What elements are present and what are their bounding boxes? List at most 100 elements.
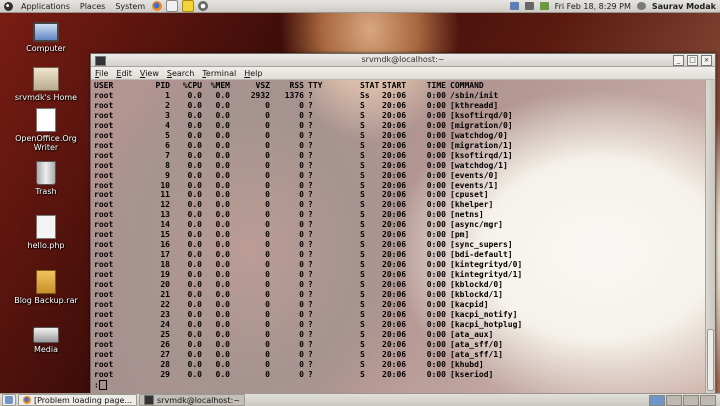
cell-command: [migration/0]: [450, 120, 513, 130]
archive-icon: [36, 270, 56, 294]
cell-pid: 18: [160, 260, 170, 270]
cell-mem: 0.0: [215, 250, 230, 260]
cell-stat: S: [360, 150, 365, 160]
desktop-icon-media[interactable]: Media: [6, 321, 86, 354]
cell-rss: 0: [299, 120, 304, 130]
cell-rss: 0: [299, 160, 304, 170]
help-launcher-icon[interactable]: [198, 1, 209, 11]
cell-cpu: 0.0: [187, 260, 202, 270]
firefox-launcher-icon[interactable]: [152, 1, 163, 11]
user-name[interactable]: Saurav Modak: [652, 2, 716, 11]
desktop-icon-writer[interactable]: OpenOffice.Org Writer: [6, 108, 86, 152]
cell-mem: 0.0: [215, 210, 230, 220]
desktop-icon-blog-backup[interactable]: Blog Backup.rar: [6, 270, 86, 305]
cell-time: 0:00: [426, 90, 446, 100]
workspace-4[interactable]: [700, 395, 716, 406]
cell-rss: 1376: [284, 90, 304, 100]
cell-start: 20:06: [382, 190, 407, 200]
cell-user: root: [94, 290, 114, 300]
cell-start: 20:06: [382, 309, 407, 319]
cell-mem: 0.0: [215, 359, 230, 369]
desktop-icon-trash[interactable]: Trash: [6, 161, 86, 196]
cell-cpu: 0.0: [187, 190, 202, 200]
notes-launcher-icon[interactable]: [182, 0, 195, 12]
workspace-2[interactable]: [666, 395, 682, 406]
taskbar-item-terminal[interactable]: srvmdk@localhost:~: [139, 394, 246, 406]
cell-stat: S: [360, 200, 365, 210]
menu-terminal[interactable]: Terminal: [198, 69, 240, 78]
gnome-foot-icon[interactable]: [4, 1, 13, 11]
cell-cpu: 0.0: [187, 160, 202, 170]
window-titlebar[interactable]: srvmdk@localhost:~ _ □ ×: [91, 54, 715, 67]
cell-start: 20:06: [382, 90, 407, 100]
cell-command: /sbin/init: [450, 90, 499, 100]
cell-tty: ?: [308, 309, 313, 319]
computer-icon: [33, 22, 59, 42]
cell-cpu: 0.0: [187, 339, 202, 349]
cell-time: 0:00: [426, 180, 446, 190]
cell-vsz: 0: [265, 240, 270, 250]
desktop-icon-hello-php[interactable]: hello.php: [6, 215, 86, 250]
workspace-3[interactable]: [683, 395, 699, 406]
cell-command: [kintegrityd/0]: [450, 260, 523, 270]
terminal-output[interactable]: USER PID %CPU %MEM VSZ RSS TTY STAT STAR…: [91, 80, 706, 393]
close-button[interactable]: ×: [701, 55, 712, 66]
cell-start: 20:06: [382, 210, 407, 220]
cell-time: 0:00: [426, 190, 446, 200]
cell-mem: 0.0: [215, 319, 230, 329]
cell-user: root: [94, 150, 114, 160]
workspace-1[interactable]: [649, 395, 665, 406]
cell-rss: 0: [299, 230, 304, 240]
cell-user: root: [94, 299, 114, 309]
clock[interactable]: Fri Feb 18, 8:29 PM: [555, 2, 631, 11]
menu-view[interactable]: View: [136, 69, 163, 78]
scrollbar-thumb[interactable]: [707, 329, 714, 391]
maximize-button[interactable]: □: [687, 55, 698, 66]
window-title: srvmdk@localhost:~: [361, 55, 445, 64]
cell-user: root: [94, 180, 114, 190]
cell-command: [watchdog/0]: [450, 130, 508, 140]
cell-mem: 0.0: [215, 100, 230, 110]
cell-mem: 0.0: [215, 110, 230, 120]
prompt-line[interactable]: :: [94, 379, 706, 390]
desktop-icon-home[interactable]: srvmdk's Home: [6, 67, 86, 102]
process-row: root 13 0.0 0.0 0 0? S 20:06 0:00 [netns]: [94, 210, 706, 220]
cell-start: 20:06: [382, 160, 407, 170]
cell-start: 20:06: [382, 349, 407, 359]
menu-edit[interactable]: Edit: [112, 69, 136, 78]
cell-tty: ?: [308, 200, 313, 210]
user-status-icon[interactable]: [636, 2, 646, 10]
cell-vsz: 2932: [250, 90, 270, 100]
cell-mem: 0.0: [215, 280, 230, 290]
menu-file[interactable]: File: [91, 69, 112, 78]
network-icon[interactable]: [509, 2, 519, 10]
cell-pid: 9: [165, 170, 170, 180]
show-desktop-button[interactable]: [2, 394, 16, 406]
cell-pid: 25: [160, 329, 170, 339]
terminal-scrollbar[interactable]: [705, 80, 715, 393]
terminal-window[interactable]: srvmdk@localhost:~ _ □ × File Edit View …: [90, 53, 716, 394]
cell-user: root: [94, 110, 114, 120]
menu-system[interactable]: System: [110, 2, 150, 11]
taskbar-item-firefox[interactable]: [Problem loading page...: [18, 394, 137, 406]
menu-applications[interactable]: Applications: [16, 2, 75, 11]
battery-icon[interactable]: [539, 2, 549, 10]
cell-cpu: 0.0: [187, 210, 202, 220]
menu-help[interactable]: Help: [240, 69, 266, 78]
minimize-button[interactable]: _: [673, 55, 684, 66]
cell-vsz: 0: [265, 180, 270, 190]
menu-places[interactable]: Places: [75, 2, 110, 11]
volume-icon[interactable]: [524, 2, 534, 10]
cell-mem: 0.0: [215, 170, 230, 180]
cell-cpu: 0.0: [187, 100, 202, 110]
cell-vsz: 0: [265, 100, 270, 110]
cell-user: root: [94, 220, 114, 230]
cell-rss: 0: [299, 180, 304, 190]
cell-vsz: 0: [265, 110, 270, 120]
cell-vsz: 0: [265, 260, 270, 270]
process-row: root 8 0.0 0.0 0 0? S 20:06 0:00 [watchdog/1]: [94, 161, 706, 171]
menu-search[interactable]: Search: [163, 69, 198, 78]
desktop-icon-computer[interactable]: Computer: [6, 22, 86, 53]
email-launcher-icon[interactable]: [166, 0, 179, 12]
cell-start: 20:06: [382, 329, 407, 339]
